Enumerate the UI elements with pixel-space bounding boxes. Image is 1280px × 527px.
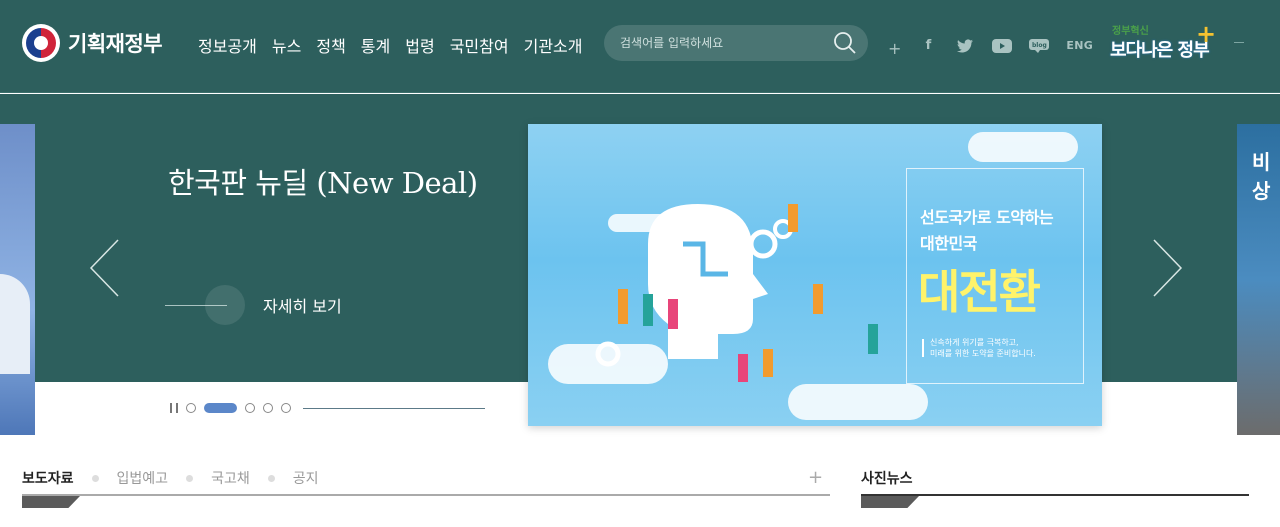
view-more-label: 자세히 보기 xyxy=(263,297,342,316)
plus-icon[interactable]: + xyxy=(888,39,901,58)
slide-dot[interactable] xyxy=(263,403,273,413)
page: 기획재정부 정보공개 뉴스 정책 통계 법령 국민참여 기관소개 + f xyxy=(0,0,1280,527)
nav-item-law[interactable]: 법령 xyxy=(405,33,434,57)
nav-item-participation[interactable]: 국민참여 xyxy=(450,33,509,57)
nav-item-policy[interactable]: 정책 xyxy=(316,33,345,57)
site-name: 기획재정부 xyxy=(68,32,163,56)
character-illustration xyxy=(0,274,30,374)
slide-progress-bar xyxy=(303,407,485,409)
brand-plus-icon: + xyxy=(1196,20,1217,48)
prev-arrow-icon[interactable] xyxy=(88,238,122,298)
tabs-active-marker xyxy=(22,496,80,508)
slide-dot[interactable] xyxy=(186,403,196,413)
pause-icon[interactable] xyxy=(170,403,178,413)
tab-treasury-bonds[interactable]: 국고채 xyxy=(211,468,250,488)
tab-separator xyxy=(186,474,194,482)
next-slide-preview[interactable]: 비상 xyxy=(1237,124,1280,435)
utility-links: + f blog ENG xyxy=(888,33,1093,58)
slide-dot-active[interactable] xyxy=(204,403,237,413)
slide-dot[interactable] xyxy=(281,403,291,413)
banner-line-1: 선도국가로 도약하는 xyxy=(920,208,1054,227)
photo-news-title[interactable]: 사진뉴스 xyxy=(861,468,913,488)
english-link[interactable]: ENG xyxy=(1066,39,1093,52)
hero-banner-image[interactable]: 선도국가로 도약하는 대한민국 대전환 신속하게 위기를 극복하고, 미래를 위… xyxy=(528,124,1102,426)
next-slide-text: 비상 xyxy=(1252,150,1271,203)
banner-line-2: 대한민국 xyxy=(920,234,977,253)
next-arrow-icon[interactable] xyxy=(1150,238,1184,298)
banner-sub-line-2: 미래를 위한 도약을 준비합니다. xyxy=(930,349,1036,358)
tab-notice[interactable]: 공지 xyxy=(293,468,319,488)
tabs-more-icon[interactable]: + xyxy=(808,467,823,488)
tab-press-release[interactable]: 보도자료 xyxy=(22,468,74,488)
banner-divider xyxy=(922,339,924,357)
photo-news-marker xyxy=(861,496,919,508)
banner-subtext: 신속하게 위기를 극복하고, 미래를 위한 도약을 준비합니다. xyxy=(930,337,1036,359)
nav-item-news[interactable]: 뉴스 xyxy=(272,33,301,57)
header: 기획재정부 정보공개 뉴스 정책 통계 법령 국민참여 기관소개 + f xyxy=(0,0,1280,93)
view-more-link[interactable]: 자세히 보기 xyxy=(165,285,342,325)
photo-news-underline xyxy=(861,494,1249,496)
blog-icon[interactable]: blog xyxy=(1029,36,1050,56)
nav-item-info[interactable]: 정보공개 xyxy=(198,33,257,57)
menu-toggle-icon[interactable] xyxy=(1234,42,1244,43)
banner-sub-line-1: 신속하게 위기를 극복하고, xyxy=(930,338,1019,347)
cloud-shape xyxy=(968,132,1078,162)
twitter-icon[interactable] xyxy=(955,36,975,56)
slider-controls xyxy=(170,403,485,413)
people-illustration xyxy=(595,204,878,382)
tab-separator xyxy=(91,474,99,482)
tab-legislation-notice[interactable]: 입법예고 xyxy=(117,468,169,488)
hero-title: 한국판 뉴딜 (New Deal) xyxy=(168,166,478,200)
nav-item-about[interactable]: 기관소개 xyxy=(524,33,583,57)
government-innovation-logo[interactable]: 정부혁신 보다나은 정부 + xyxy=(1110,20,1217,70)
slide-dot[interactable] xyxy=(245,403,255,413)
brand-small-text: 정부혁신 xyxy=(1112,26,1149,37)
youtube-icon[interactable] xyxy=(992,36,1013,56)
search-input[interactable] xyxy=(620,33,820,53)
arrow-circle-icon xyxy=(205,285,245,325)
government-emblem-icon xyxy=(22,24,60,62)
main-nav: 정보공개 뉴스 정책 통계 법령 국민참여 기관소개 xyxy=(198,33,582,57)
site-logo[interactable]: 기획재정부 xyxy=(22,24,163,62)
svg-text:blog: blog xyxy=(1032,42,1047,49)
search-box xyxy=(604,25,868,61)
tabs-underline xyxy=(22,494,830,496)
search-icon[interactable] xyxy=(832,30,858,56)
tab-separator xyxy=(267,474,275,482)
nav-item-stats[interactable]: 통계 xyxy=(361,33,390,57)
facebook-icon[interactable]: f xyxy=(918,36,938,56)
brand-main-text: 보다나은 정부 xyxy=(1110,40,1210,61)
prev-slide-preview[interactable] xyxy=(0,124,35,435)
news-tabs: 보도자료 입법예고 국고채 공지 xyxy=(22,468,318,488)
banner-headline: 대전환 xyxy=(918,265,1041,319)
